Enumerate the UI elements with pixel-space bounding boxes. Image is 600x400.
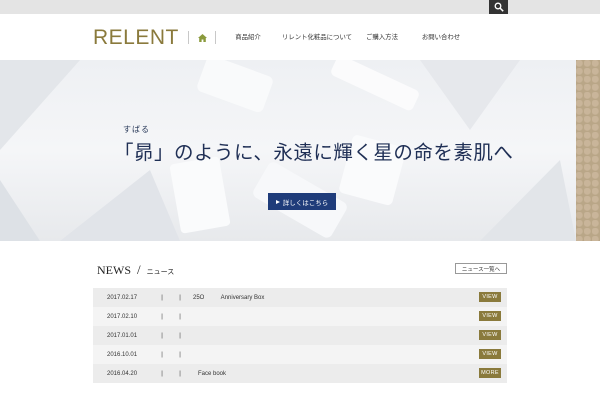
news-date: 2017.02.10 [107, 313, 138, 320]
news-separator: | [161, 294, 163, 301]
news-row[interactable]: 2017.01.01 | | VIEW [93, 326, 507, 345]
news-date: 2016.10.01 [107, 351, 138, 358]
news-text: Face book [193, 370, 227, 377]
news-view-button[interactable]: VIEW [479, 311, 501, 321]
news-date: 2017.02.17 [107, 294, 138, 301]
news-separator: | [161, 351, 163, 358]
news-separator: | [179, 294, 181, 301]
news-view-button[interactable]: VIEW [479, 349, 501, 359]
search-button[interactable] [489, 0, 508, 14]
site-logo[interactable]: RELENT [93, 26, 179, 50]
nav-item-about[interactable]: リレント化粧品について [280, 31, 354, 44]
play-arrow-icon [275, 199, 280, 204]
news-heading-slash: / [137, 262, 141, 277]
top-utility-bar [0, 0, 600, 14]
nav-home[interactable] [189, 31, 215, 44]
hero-banner: すばる 「昴」のように、永遠に輝く星の命を素肌へ 詳しくはこちら [0, 60, 600, 241]
news-row[interactable]: 2017.02.17 | | 25O Anniversary Box VIEW [93, 288, 507, 307]
news-date: 2017.01.01 [107, 332, 138, 339]
news-heading-en: NEWS [97, 263, 131, 277]
nav-item-contact[interactable]: お問い合わせ [410, 31, 472, 44]
news-view-button[interactable]: VIEW [479, 330, 501, 340]
news-row[interactable]: 2017.02.10 | | VIEW [93, 307, 507, 326]
news-list: 2017.02.17 | | 25O Anniversary Box VIEW … [93, 288, 507, 383]
hero-tagline: 「昴」のように、永遠に輝く星の命を素肌へ [114, 141, 514, 164]
main-nav: 商品紹介 リレント化粧品について ご購入方法 お問い合わせ [188, 31, 472, 44]
hero-side-image [576, 60, 600, 241]
news-heading: NEWS / ニュース [97, 262, 174, 278]
hero-details-button[interactable]: 詳しくはこちら [268, 193, 336, 210]
news-date: 2016.04.20 [107, 370, 138, 377]
hero-ruby-text: すばる [123, 125, 150, 134]
news-row[interactable]: 2016.10.01 | | VIEW [93, 345, 507, 364]
site-header: RELENT 商品紹介 リレント化粧品について ご購入方法 お問い合わせ [0, 14, 600, 60]
search-icon [494, 2, 504, 12]
home-icon [197, 33, 207, 42]
nav-item-purchase[interactable]: ご購入方法 [354, 31, 410, 44]
news-more-button[interactable]: MORE [479, 368, 501, 378]
news-separator: | [179, 332, 181, 339]
news-all-button[interactable]: ニュース一覧へ [455, 263, 507, 274]
news-heading-jp: ニュース [146, 268, 175, 276]
news-separator: | [161, 313, 163, 320]
news-text: 25O Anniversary Box [193, 294, 265, 301]
news-view-button[interactable]: VIEW [479, 292, 501, 302]
nav-item-products[interactable]: 商品紹介 [216, 31, 280, 44]
hero-details-label: 詳しくはこちら [282, 199, 329, 207]
news-separator: | [179, 370, 181, 377]
news-row[interactable]: 2016.04.20 | | Face book MORE [93, 364, 507, 383]
news-separator: | [161, 332, 163, 339]
news-separator: | [179, 313, 181, 320]
news-separator: | [179, 351, 181, 358]
news-separator: | [161, 370, 163, 377]
